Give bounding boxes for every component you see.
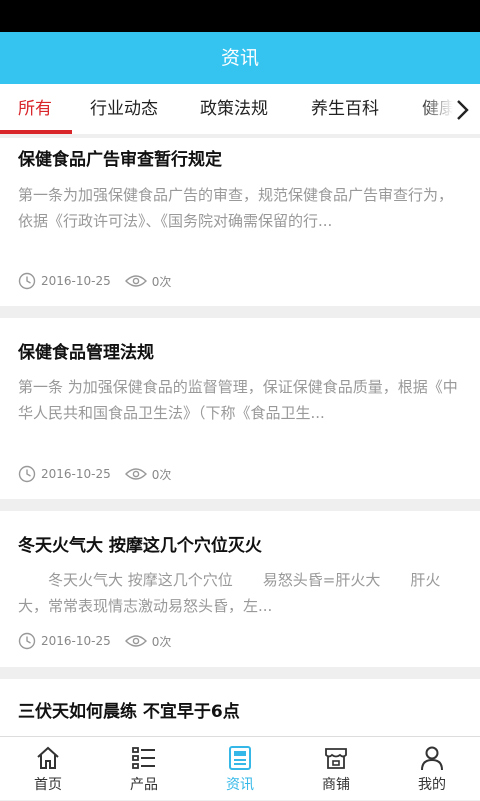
user-icon	[419, 745, 445, 771]
eye-icon	[124, 634, 147, 648]
nav-label: 产品	[130, 777, 158, 793]
article-meta: 2016-10-25 0次	[18, 271, 171, 291]
list-item[interactable]: 三伏天如何晨练 不宜早于6点	[0, 679, 480, 736]
article-meta: 2016-10-25 0次	[18, 464, 171, 484]
article-list: 保健食品广告审查暂行规定 第一条为加强保健食品广告的审查，规范保健食品广告审查行…	[0, 138, 480, 736]
article-views: 0次	[151, 467, 172, 482]
article-title: 保健食品管理法规	[18, 343, 154, 363]
status-bar	[0, 0, 480, 32]
article-views: 0次	[151, 274, 172, 289]
shop-icon	[323, 745, 349, 771]
article-title: 冬天火气大 按摩这几个穴位灭火	[18, 536, 262, 556]
tab-policy[interactable]: 政策法规	[200, 84, 268, 134]
article-desc: 第一条为加强保健食品广告的审查，规范保健食品广告审查行为，依据《行政许可法》、《…	[18, 186, 454, 230]
category-tabs: 所有 行业动态 政策法规 养生百科 健康	[0, 84, 480, 134]
nav-news[interactable]: 资讯	[192, 737, 288, 801]
nav-label: 资讯	[226, 777, 254, 793]
nav-products[interactable]: 产品	[96, 737, 192, 801]
list-item[interactable]: 保健食品管理法规 第一条 为加强保健食品的监督管理，保证保健食品质量，根据《中华…	[0, 318, 480, 499]
article-meta: 2016-10-25 0次	[18, 631, 171, 651]
article-desc: 冬天火气大 按摩这几个穴位 易怒头昏=肝火大 肝火大，常常表现情志激动易怒头昏，…	[18, 571, 441, 615]
list-item[interactable]: 冬天火气大 按摩这几个穴位灭火 冬天火气大 按摩这几个穴位 易怒头昏=肝火大 肝…	[0, 511, 480, 667]
list-icon	[131, 745, 157, 771]
eye-icon	[124, 467, 147, 481]
article-date: 2016-10-25	[41, 467, 111, 481]
nav-shop[interactable]: 商铺	[288, 737, 384, 801]
chevron-right-icon[interactable]	[452, 98, 472, 122]
tab-industry-news[interactable]: 行业动态	[90, 84, 158, 134]
clock-icon	[18, 465, 36, 483]
list-item[interactable]: 保健食品广告审查暂行规定 第一条为加强保健食品广告的审查，规范保健食品广告审查行…	[0, 138, 480, 306]
article-views: 0次	[151, 634, 172, 649]
tab-all[interactable]: 所有	[18, 84, 52, 134]
news-icon	[227, 745, 253, 771]
active-tab-indicator	[0, 130, 72, 134]
nav-label: 商铺	[322, 777, 350, 793]
nav-label: 首页	[34, 777, 62, 793]
article-desc: 第一条 为加强保健食品的监督管理，保证保健食品质量，根据《中华人民共和国食品卫生…	[18, 378, 458, 422]
home-icon	[35, 745, 61, 771]
clock-icon	[18, 272, 36, 290]
article-title: 保健食品广告审查暂行规定	[18, 150, 222, 170]
nav-label: 我的	[418, 777, 446, 793]
article-date: 2016-10-25	[41, 274, 111, 288]
nav-home[interactable]: 首页	[0, 737, 96, 801]
article-title: 三伏天如何晨练 不宜早于6点	[18, 702, 240, 722]
nav-mine[interactable]: 我的	[384, 737, 480, 801]
eye-icon	[124, 274, 147, 288]
tab-health-wiki[interactable]: 养生百科	[311, 84, 379, 134]
bottom-navigation: 首页 产品 资讯 商铺 我的	[0, 736, 480, 800]
article-date: 2016-10-25	[41, 634, 111, 648]
page-title: 资讯	[0, 32, 480, 84]
clock-icon	[18, 632, 36, 650]
